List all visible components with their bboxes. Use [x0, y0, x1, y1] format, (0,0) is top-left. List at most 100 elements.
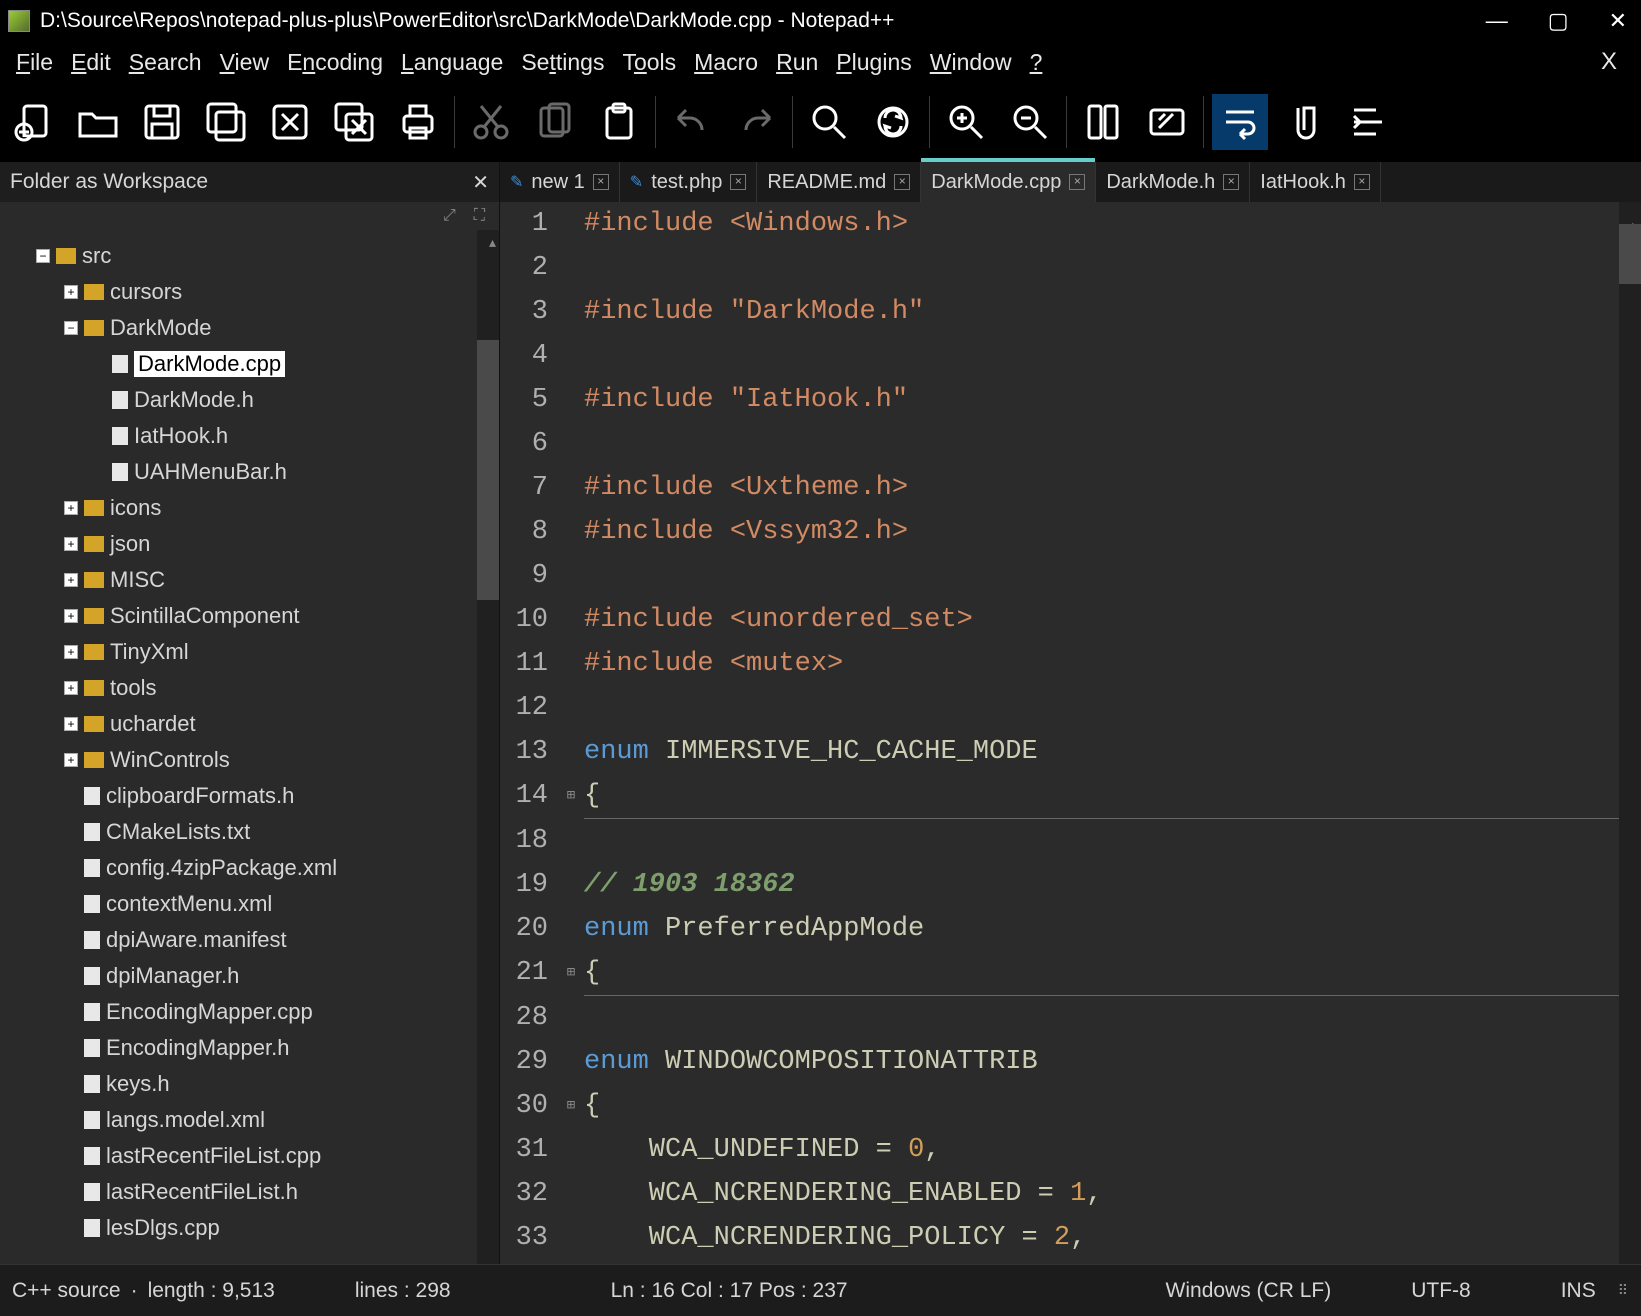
close-file-icon[interactable] [262, 94, 318, 150]
tree-folder[interactable]: +icons [0, 490, 499, 526]
tab[interactable]: IatHook.h× [1250, 162, 1381, 202]
menu-view[interactable]: View [214, 49, 275, 76]
resize-grip-icon[interactable]: ⠿ [1618, 1282, 1629, 1299]
menu-macro[interactable]: Macro [688, 49, 764, 76]
copy-icon[interactable] [527, 94, 583, 150]
tree-folder[interactable]: +TinyXml [0, 634, 499, 670]
new-file-icon[interactable] [6, 94, 62, 150]
menu-run[interactable]: Run [770, 49, 824, 76]
wordwrap-icon[interactable] [1212, 94, 1268, 150]
tab-close-icon[interactable]: × [1069, 174, 1085, 190]
menu-settings[interactable]: Settings [515, 49, 610, 76]
menu-plugins[interactable]: Plugins [830, 49, 917, 76]
tab-label: new 1 [531, 171, 584, 194]
tree-folder[interactable]: +ScintillaComponent [0, 598, 499, 634]
tree-folder[interactable]: +uchardet [0, 706, 499, 742]
tree-file[interactable]: dpiAware.manifest [0, 922, 499, 958]
menubar-close-icon[interactable]: X [1595, 48, 1623, 76]
undo-icon[interactable] [664, 94, 720, 150]
menu-tools[interactable]: Tools [616, 49, 682, 76]
show-all-chars-icon[interactable] [1276, 94, 1332, 150]
tab[interactable]: ✎test.php× [620, 162, 758, 202]
tree-file[interactable]: IatHook.h [0, 418, 499, 454]
tree-file[interactable]: lastRecentFileList.cpp [0, 1138, 499, 1174]
tree-file[interactable]: clipboardFormats.h [0, 778, 499, 814]
tree-file[interactable]: DarkMode.cpp [0, 346, 499, 382]
tree-file[interactable]: DarkMode.h [0, 382, 499, 418]
tree-folder[interactable]: −src [0, 238, 499, 274]
tree-file[interactable]: EncodingMapper.h [0, 1030, 499, 1066]
menu-search[interactable]: Search [123, 49, 208, 76]
tree-file[interactable]: lesDlgs.cpp [0, 1210, 499, 1246]
tree-folder[interactable]: −DarkMode [0, 310, 499, 346]
print-icon[interactable] [390, 94, 446, 150]
editor-scroll-thumb[interactable] [1619, 224, 1641, 284]
tree-file[interactable]: lastRecentFileList.h [0, 1174, 499, 1210]
replace-icon[interactable] [865, 94, 921, 150]
tree-file[interactable]: CMakeLists.txt [0, 814, 499, 850]
menu-file[interactable]: File [10, 49, 59, 76]
find-icon[interactable] [801, 94, 857, 150]
tab-close-icon[interactable]: × [593, 174, 609, 190]
tree-folder[interactable]: +WinControls [0, 742, 499, 778]
tree-file[interactable]: keys.h [0, 1066, 499, 1102]
folder-workspace-panel: Folder as Workspace ✕ ⤢ ⛶ −src+cursors−D… [0, 162, 500, 1264]
tree-folder[interactable]: +tools [0, 670, 499, 706]
cut-icon[interactable] [463, 94, 519, 150]
indent-guide-icon[interactable] [1340, 94, 1396, 150]
zoom-in-icon[interactable] [938, 94, 994, 150]
tab[interactable]: README.md× [757, 162, 921, 202]
tab-bar: ✎new 1×✎test.php×README.md×DarkMode.cpp×… [500, 162, 1641, 202]
panel-tool-icon[interactable]: ⛶ [474, 207, 485, 225]
file-tree[interactable]: −src+cursors−DarkModeDarkMode.cppDarkMod… [0, 230, 499, 1264]
titlebar: D:\Source\Repos\notepad-plus-plus\PowerE… [0, 0, 1641, 42]
open-file-icon[interactable] [70, 94, 126, 150]
menu-window[interactable]: Window [924, 49, 1018, 76]
tree-folder[interactable]: +MISC [0, 562, 499, 598]
minimize-button[interactable]: — [1486, 8, 1508, 34]
menu-edit[interactable]: Edit [65, 49, 117, 76]
pencil-icon: ✎ [630, 172, 643, 192]
tab-label: DarkMode.cpp [931, 171, 1061, 194]
tab[interactable]: DarkMode.cpp × [921, 162, 1096, 202]
tab[interactable]: ✎new 1× [500, 162, 620, 202]
panel-close-icon[interactable]: ✕ [472, 170, 489, 195]
code-editor[interactable]: #include <Windows.h> #include "DarkMode.… [580, 202, 1641, 1264]
tab-close-icon[interactable]: × [1354, 174, 1370, 190]
menu-encoding[interactable]: Encoding [281, 49, 389, 76]
window-title: D:\Source\Repos\notepad-plus-plus\PowerE… [40, 9, 1486, 33]
redo-icon[interactable] [728, 94, 784, 150]
panel-tool-icon[interactable]: ⤢ [443, 207, 456, 225]
save-all-icon[interactable] [198, 94, 254, 150]
tree-folder[interactable]: +json [0, 526, 499, 562]
tree-scrollbar[interactable]: ▴ [477, 230, 499, 1264]
tree-file[interactable]: contextMenu.xml [0, 886, 499, 922]
tab-close-icon[interactable]: × [730, 174, 746, 190]
tree-scroll-thumb[interactable] [477, 340, 499, 600]
tab-close-icon[interactable]: × [894, 174, 910, 190]
tree-folder[interactable]: +cursors [0, 274, 499, 310]
sync-h-icon[interactable] [1139, 94, 1195, 150]
tree-file[interactable]: UAHMenuBar.h [0, 454, 499, 490]
fold-column[interactable]: ⊞⊞⊞ [562, 202, 580, 1264]
tree-file[interactable]: config.4zipPackage.xml [0, 850, 499, 886]
tree-file[interactable]: EncodingMapper.cpp [0, 994, 499, 1030]
save-icon[interactable] [134, 94, 190, 150]
close-button[interactable]: ✕ [1609, 8, 1627, 34]
tab[interactable]: DarkMode.h× [1096, 162, 1250, 202]
menubar: File Edit Search View Encoding Language … [0, 42, 1641, 82]
menu-help[interactable]: ? [1024, 49, 1049, 76]
status-ins: INS [1561, 1279, 1596, 1303]
tab-close-icon[interactable]: × [1223, 174, 1239, 190]
editor-scrollbar[interactable]: ▴ [1619, 202, 1641, 1264]
menu-language[interactable]: Language [395, 49, 509, 76]
zoom-out-icon[interactable] [1002, 94, 1058, 150]
status-bar: C++ source · length : 9,513 lines : 298 … [0, 1264, 1641, 1316]
tree-file[interactable]: langs.model.xml [0, 1102, 499, 1138]
tree-file[interactable]: dpiManager.h [0, 958, 499, 994]
sync-v-icon[interactable] [1075, 94, 1131, 150]
paste-icon[interactable] [591, 94, 647, 150]
maximize-button[interactable]: ▢ [1548, 8, 1569, 34]
close-all-icon[interactable] [326, 94, 382, 150]
status-lines: lines : 298 [355, 1279, 451, 1303]
